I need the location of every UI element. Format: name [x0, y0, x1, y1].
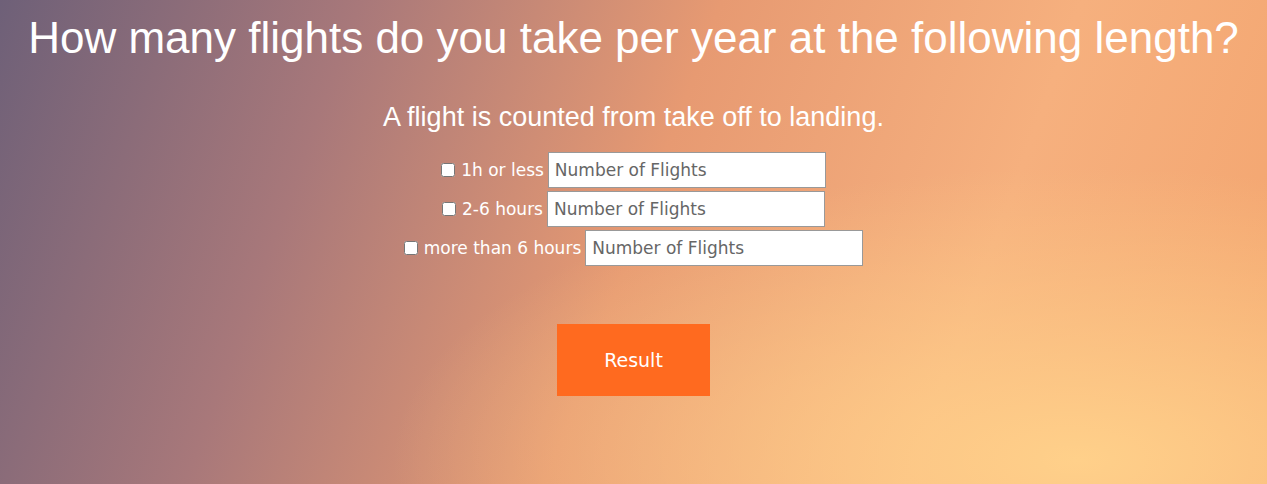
- flight-length-text: 1h or less: [461, 160, 544, 180]
- flight-length-label[interactable]: 1h or less: [441, 160, 544, 180]
- question-title: How many flights do you take per year at…: [28, 4, 1239, 71]
- question-subtitle: A flight is counted from take off to lan…: [383, 99, 884, 135]
- number-of-flights-input[interactable]: [548, 152, 826, 188]
- flight-length-checkbox[interactable]: [441, 163, 455, 177]
- number-of-flights-input[interactable]: [585, 230, 863, 266]
- flight-length-label[interactable]: 2-6 hours: [442, 199, 543, 219]
- flight-length-text: 2-6 hours: [462, 199, 543, 219]
- background-photo: How many flights do you take per year at…: [0, 0, 1267, 484]
- flight-length-checkbox[interactable]: [442, 202, 456, 216]
- flight-length-checkbox[interactable]: [404, 241, 418, 255]
- flight-length-text: more than 6 hours: [424, 238, 582, 258]
- flight-row: more than 6 hours: [404, 229, 864, 266]
- flight-length-label[interactable]: more than 6 hours: [404, 238, 582, 258]
- result-button[interactable]: Result: [557, 324, 710, 396]
- flight-form: 1h or less 2-6 hours more than 6 hours: [404, 151, 864, 266]
- number-of-flights-input[interactable]: [547, 191, 825, 227]
- flight-row: 1h or less: [404, 151, 864, 188]
- flight-row: 2-6 hours: [404, 190, 864, 227]
